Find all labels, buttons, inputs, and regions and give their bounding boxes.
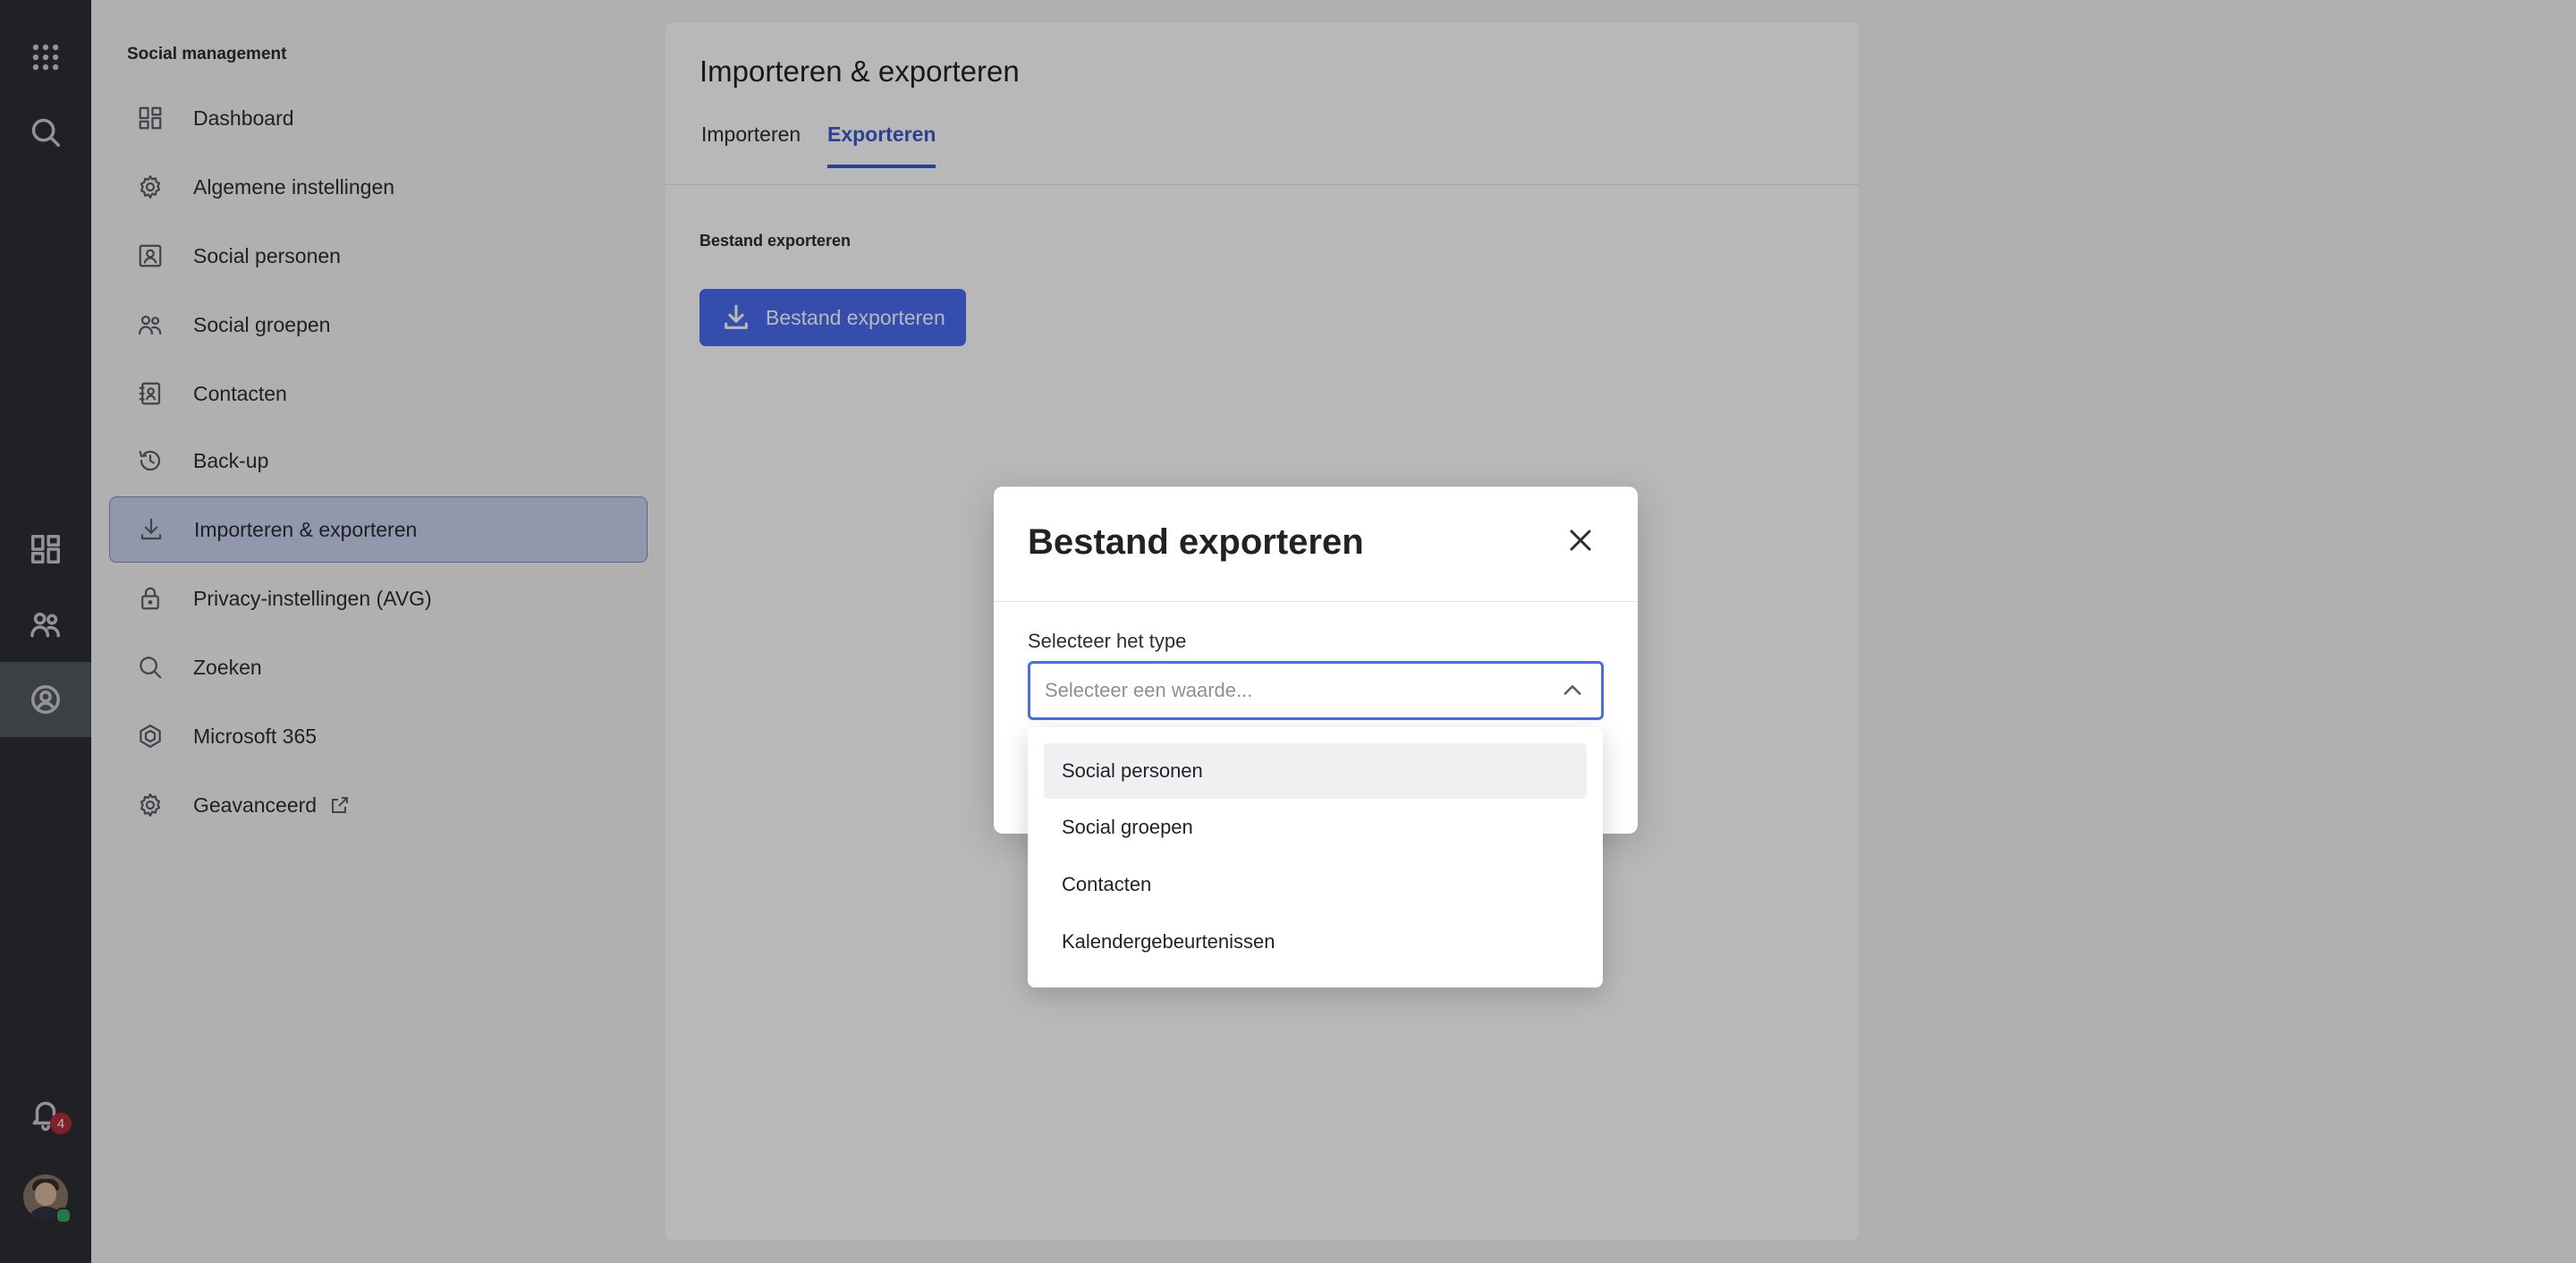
modal-title: Bestand exporteren [1028, 522, 1364, 562]
option-social-personen[interactable]: Social personen [1044, 743, 1587, 799]
chevron-up-icon [1563, 685, 1581, 695]
close-button[interactable] [1563, 522, 1598, 558]
close-icon [1570, 530, 1591, 551]
type-select[interactable]: Selecteer een waarde... [1028, 661, 1604, 720]
option-contacten[interactable]: Contacten [1044, 857, 1587, 912]
select-placeholder: Selecteer een waarde... [1045, 679, 1253, 701]
option-social-groepen[interactable]: Social groepen [1044, 800, 1587, 855]
option-kalendergebeurtenissen[interactable]: Kalendergebeurtenissen [1044, 914, 1587, 970]
modal-divider [994, 601, 1638, 602]
type-field-label: Selecteer het type [1028, 630, 1187, 652]
type-dropdown-menu: Social personen Social groepen Contacten… [1028, 727, 1603, 988]
